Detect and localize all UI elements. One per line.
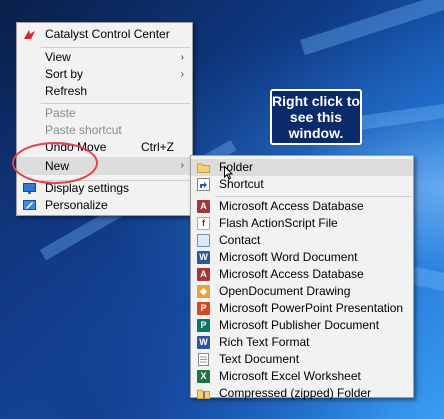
chevron-right-icon: › <box>180 69 184 80</box>
submenu-item-excel[interactable]: X Microsoft Excel Worksheet <box>191 368 413 385</box>
submenu-item-opendocument-drawing[interactable]: ◆ OpenDocument Drawing <box>191 283 413 300</box>
submenu-item-label: Microsoft Excel Worksheet <box>219 369 361 383</box>
access-icon: A <box>197 268 210 281</box>
personalize-icon <box>23 199 36 212</box>
highlight-ring <box>12 142 98 184</box>
menu-item-paste-shortcut[interactable]: Paste shortcut <box>17 122 192 139</box>
menu-separator <box>215 196 411 197</box>
submenu-item-publisher[interactable]: P Microsoft Publisher Document <box>191 317 413 334</box>
menu-separator <box>41 47 190 48</box>
chevron-right-icon: › <box>180 160 184 171</box>
menu-separator <box>41 103 190 104</box>
flash-file-icon: f <box>197 217 210 230</box>
menu-item-personalize[interactable]: Personalize <box>17 197 192 214</box>
menu-item-refresh[interactable]: Refresh <box>17 83 192 100</box>
menu-item-catalyst-control-center[interactable]: Catalyst Control Center <box>17 26 192 43</box>
menu-item-label: Paste shortcut <box>45 123 122 137</box>
callout-box: Right click to see this window. <box>270 89 362 145</box>
mouse-cursor-icon <box>224 165 234 180</box>
catalyst-icon <box>23 28 36 41</box>
new-submenu: Folder Shortcut A Microsoft Access Datab… <box>190 155 414 400</box>
submenu-item-label: Microsoft Word Document <box>219 250 358 264</box>
menu-item-label: Personalize <box>45 198 108 212</box>
shortcut-text: Ctrl+Z <box>141 140 174 154</box>
submenu-item-access-database[interactable]: A Microsoft Access Database <box>191 198 413 215</box>
rtf-icon: W <box>197 336 210 349</box>
access-icon: A <box>197 200 210 213</box>
submenu-item-label: Microsoft Access Database <box>219 267 364 281</box>
submenu-item-label: Flash ActionScript File <box>219 216 338 230</box>
text-document-icon <box>197 353 210 366</box>
display-settings-icon <box>23 182 36 195</box>
submenu-item-label: Text Document <box>219 352 300 366</box>
desktop-context-menu: Catalyst Control Center View › Sort by ›… <box>16 22 193 216</box>
submenu-item-contact[interactable]: Contact <box>191 232 413 249</box>
menu-item-paste[interactable]: Paste <box>17 105 192 122</box>
submenu-item-flash-actionscript[interactable]: f Flash ActionScript File <box>191 215 413 232</box>
submenu-item-powerpoint[interactable]: P Microsoft PowerPoint Presentation <box>191 300 413 317</box>
submenu-item-label: Microsoft PowerPoint Presentation <box>219 301 404 315</box>
powerpoint-icon: P <box>197 302 210 315</box>
submenu-item-label: Microsoft Access Database <box>219 199 364 213</box>
chevron-right-icon: › <box>180 52 184 63</box>
odg-icon: ◆ <box>197 285 210 298</box>
contact-icon <box>197 234 210 247</box>
word-icon: W <box>197 251 210 264</box>
submenu-item-access-database-2[interactable]: A Microsoft Access Database <box>191 266 413 283</box>
submenu-item-text-document[interactable]: Text Document <box>191 351 413 368</box>
menu-item-label: Paste <box>45 106 76 120</box>
menu-item-view[interactable]: View › <box>17 49 192 66</box>
submenu-item-label: Rich Text Format <box>219 335 310 349</box>
shortcut-icon <box>197 178 210 191</box>
menu-item-label: Refresh <box>45 84 88 98</box>
menu-item-sort-by[interactable]: Sort by › <box>17 66 192 83</box>
submenu-item-label: Compressed (zipped) Folder <box>219 386 372 400</box>
callout-text: Right click to see this window. <box>272 93 360 141</box>
submenu-item-word-document[interactable]: W Microsoft Word Document <box>191 249 413 266</box>
submenu-item-rich-text[interactable]: W Rich Text Format <box>191 334 413 351</box>
menu-item-label: Catalyst Control Center <box>45 27 170 41</box>
folder-icon <box>197 161 210 174</box>
excel-icon: X <box>197 370 210 383</box>
submenu-item-label: Microsoft Publisher Document <box>219 318 380 332</box>
menu-item-label: View <box>45 50 71 64</box>
submenu-item-compressed-folder[interactable]: Compressed (zipped) Folder <box>191 385 413 402</box>
zip-folder-icon <box>197 387 210 400</box>
publisher-icon: P <box>197 319 210 332</box>
submenu-item-label: Contact <box>219 233 261 247</box>
menu-item-label: Sort by <box>45 67 84 81</box>
submenu-item-label: OpenDocument Drawing <box>219 284 351 298</box>
light-beam <box>300 0 444 56</box>
